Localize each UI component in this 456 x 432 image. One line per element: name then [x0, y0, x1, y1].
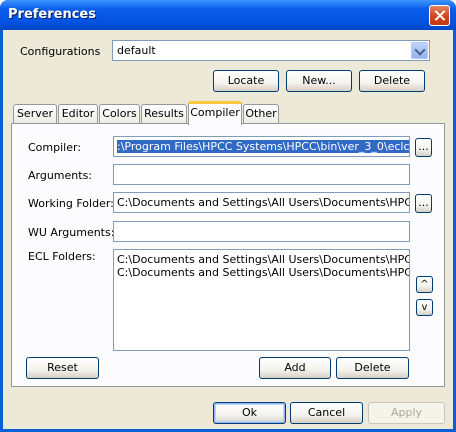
locate-button[interactable]: Locate	[213, 70, 279, 92]
ecl-folders-label: ECL Folders:	[28, 250, 96, 263]
arguments-label: Arguments:	[28, 169, 93, 182]
apply-button[interactable]: Apply	[368, 402, 445, 424]
delete-config-button[interactable]: Delete	[359, 70, 425, 92]
compiler-path-value: :\Program Files\HPCC Systems\HPCC\bin\ve…	[117, 140, 409, 153]
tab-bar: Server Editor Colors Results Compiler Ot…	[11, 101, 451, 125]
reset-button[interactable]: Reset	[26, 357, 99, 379]
configurations-value: default	[117, 44, 156, 57]
configurations-select[interactable]: default	[112, 40, 430, 61]
compiler-panel: Compiler: :\Program Files\HPCC Systems\H…	[11, 123, 445, 387]
list-item[interactable]: C:\Documents and Settings\All Users\Docu…	[114, 266, 409, 279]
move-down-button[interactable]: v	[416, 299, 433, 316]
tab-other[interactable]: Other	[243, 104, 279, 124]
delete-folder-button[interactable]: Delete	[336, 357, 409, 379]
compiler-label: Compiler:	[28, 141, 82, 154]
tab-results[interactable]: Results	[141, 104, 187, 124]
working-folder-field[interactable]: C:\Documents and Settings\All Users\Docu…	[113, 192, 410, 213]
chevron-down-icon[interactable]	[411, 42, 428, 59]
working-folder-label: Working Folder:	[28, 197, 114, 210]
window-title: Preferences	[8, 7, 96, 22]
wu-arguments-field[interactable]	[113, 221, 410, 242]
move-up-button[interactable]: ^	[416, 276, 433, 293]
tab-colors[interactable]: Colors	[99, 104, 140, 124]
tab-server[interactable]: Server	[13, 104, 57, 124]
compiler-path-field[interactable]: :\Program Files\HPCC Systems\HPCC\bin\ve…	[113, 136, 410, 157]
compiler-browse-button[interactable]: ...	[415, 138, 432, 157]
configurations-label: Configurations	[20, 45, 101, 58]
add-folder-button[interactable]: Add	[259, 357, 331, 379]
new-button[interactable]: New...	[286, 70, 352, 92]
ecl-folders-list[interactable]: C:\Documents and Settings\All Users\Docu…	[113, 249, 410, 351]
tab-editor[interactable]: Editor	[58, 104, 98, 124]
wu-arguments-label: WU Arguments:	[28, 226, 115, 239]
list-item[interactable]: C:\Documents and Settings\All Users\Docu…	[114, 253, 409, 266]
title-bar[interactable]: Preferences	[0, 0, 456, 30]
tab-compiler[interactable]: Compiler	[188, 101, 242, 125]
working-folder-browse-button[interactable]: ...	[415, 194, 432, 213]
cancel-button[interactable]: Cancel	[290, 402, 363, 424]
arguments-field[interactable]	[113, 164, 410, 185]
close-button[interactable]	[429, 5, 450, 26]
ok-button[interactable]: Ok	[213, 402, 286, 424]
preferences-window: Preferences Configurations default Locat…	[0, 0, 456, 432]
dialog-client: Configurations default Locate New... Del…	[3, 30, 453, 429]
